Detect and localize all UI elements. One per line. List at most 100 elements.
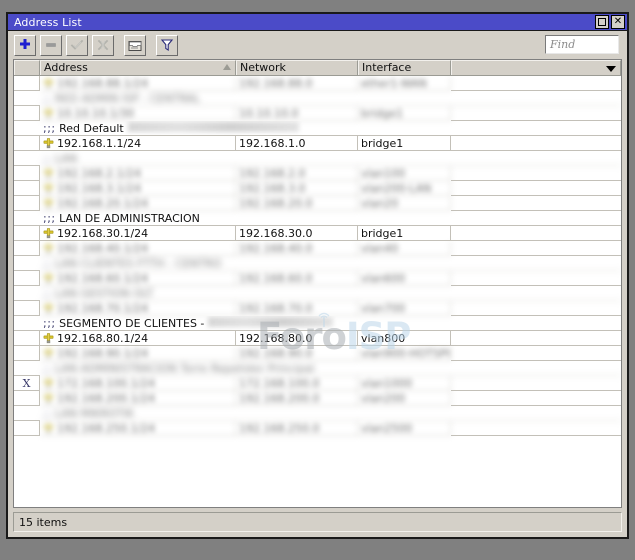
comment-row[interactable]: ;;; LAN DE ADMINISTRACION (14, 211, 621, 226)
cell-interface: vlan900-HOTSPOT (358, 346, 451, 361)
cell-extra (451, 346, 621, 361)
table-row[interactable]: X 172.168.100.1/24 172.168.100.0 vlan1000 (14, 376, 621, 391)
cell-extra (451, 301, 621, 316)
cell-network: 192.168.60.0 (236, 271, 358, 286)
table-row[interactable]: 192.168.2.1/24 192.168.2.0 vlan100 (14, 166, 621, 181)
comment-row[interactable]: ;; LAN GESTION OLT (14, 286, 621, 301)
status-bar: 15 items (13, 512, 622, 532)
row-flag-cell (14, 166, 40, 181)
cell-network: 172.168.100.0 (236, 376, 358, 391)
cell-extra (451, 76, 621, 91)
comment-row[interactable]: ;;; Red Default (14, 121, 621, 136)
address-list-window: Address List ✕ Find Address Network Inte… (6, 12, 629, 539)
table-row[interactable]: 192.168.200.1/24 192.168.200.0 vlan200 (14, 391, 621, 406)
row-flag-cell (14, 136, 40, 151)
cell-network: 192.168.40.0 (236, 241, 358, 256)
address-pin-icon (43, 78, 54, 89)
table-row[interactable]: 192.168.80.1/24 192.168.80.0 vlan800 (14, 331, 621, 346)
window-titlebar[interactable]: Address List ✕ (8, 14, 627, 31)
row-flag-cell (14, 391, 40, 406)
enable-button[interactable] (66, 34, 88, 56)
minus-icon (44, 38, 58, 52)
row-flag-cell (14, 151, 40, 166)
cell-network: 192.168.250.0 (236, 421, 358, 436)
comment-row[interactable]: ;; RED ADMIN ISP - CENTRAL (14, 91, 621, 106)
address-pin-icon (43, 183, 54, 194)
cell-interface: bridge1 (358, 136, 451, 151)
cell-network: 192.168.90.0 (236, 346, 358, 361)
table-row[interactable]: 192.168.70.1/24 192.168.70.0 vlan700 (14, 301, 621, 316)
row-flag-cell (14, 406, 40, 421)
row-flag-cell (14, 271, 40, 286)
comment-row[interactable]: ;; LAN ADMINISTRACION Torre Repetidor Pr… (14, 361, 621, 376)
cross-icon (96, 38, 110, 52)
cell-extra (451, 196, 621, 211)
address-pin-icon (43, 243, 54, 254)
remove-button[interactable] (40, 34, 62, 56)
column-header-address[interactable]: Address (40, 60, 236, 75)
comment-row[interactable]: ;;; SEGMENTO DE CLIENTES - (14, 316, 621, 331)
row-flag-cell (14, 211, 40, 226)
table-row[interactable]: 192.168.3.1/24 192.168.3.0 vlan200-LAN (14, 181, 621, 196)
table-row[interactable]: 192.168.250.1/24 192.168.250.0 vlan2500 (14, 421, 621, 436)
find-placeholder: Find (550, 38, 576, 51)
table-row[interactable]: 192.168.60.1/24 192.168.60.0 vlan600 (14, 271, 621, 286)
comment-row[interactable]: ;; LAN CLIENTES FTTH - CENTRO (14, 256, 621, 271)
table-row[interactable]: 192.168.88.1/24 192.168.88.0 ether1-WAN (14, 76, 621, 91)
cell-address: 192.168.80.1/24 (40, 331, 236, 346)
filter-button[interactable] (156, 34, 178, 56)
disable-button[interactable] (92, 34, 114, 56)
table-row[interactable]: 192.168.40.1/24 192.168.40.0 vlan40 (14, 241, 621, 256)
cell-interface: vlan600 (358, 271, 451, 286)
table-row[interactable]: 192.168.30.1/24 192.168.30.0 bridge1 (14, 226, 621, 241)
column-header-network[interactable]: Network (236, 60, 358, 75)
address-pin-icon (43, 273, 54, 284)
add-button[interactable] (14, 34, 36, 56)
cell-interface: ether1-WAN (358, 76, 451, 91)
row-flag-cell (14, 91, 40, 106)
cell-address: 192.168.88.1/24 (40, 76, 236, 91)
row-flag-cell (14, 256, 40, 271)
column-header-interface[interactable]: Interface (358, 60, 451, 75)
comment-button[interactable] (124, 34, 146, 56)
table-row[interactable]: 192.168.20.1/24 192.168.20.0 vlan20 (14, 196, 621, 211)
address-pin-icon (43, 423, 54, 434)
cell-network: 192.168.70.0 (236, 301, 358, 316)
cell-address: 192.168.90.1/24 (40, 346, 236, 361)
cell-network: 192.168.30.0 (236, 226, 358, 241)
disabled-x-icon: X (22, 377, 31, 390)
cell-network: 192.168.1.0 (236, 136, 358, 151)
column-header-menu[interactable] (451, 60, 621, 75)
table-row[interactable]: 192.168.90.1/24 192.168.90.0 vlan900-HOTSP… (14, 346, 621, 361)
row-flag-cell (14, 361, 40, 376)
check-icon (70, 38, 84, 52)
comment-text: ;; LAN (40, 151, 621, 166)
address-pin-icon (43, 393, 54, 404)
cell-extra (451, 331, 621, 346)
find-input[interactable]: Find (545, 35, 619, 54)
cell-network: 192.168.2.0 (236, 166, 358, 181)
close-button[interactable]: ✕ (611, 15, 625, 29)
address-pin-icon (43, 333, 54, 344)
cell-extra (451, 136, 621, 151)
cell-address: 192.168.70.1/24 (40, 301, 236, 316)
row-flag-cell (14, 121, 40, 136)
item-count-label: 15 items (19, 515, 68, 529)
cell-address: 192.168.40.1/24 (40, 241, 236, 256)
column-header-flag[interactable] (14, 60, 40, 75)
column-header-address-label: Address (44, 61, 88, 74)
funnel-icon (160, 38, 174, 52)
cell-extra (451, 166, 621, 181)
sort-ascending-icon (223, 64, 231, 70)
cell-extra (451, 391, 621, 406)
maximize-button[interactable] (595, 15, 609, 29)
comment-row[interactable]: ;; LAN (14, 151, 621, 166)
address-pin-icon (43, 138, 54, 149)
cell-interface: vlan800 (358, 331, 451, 346)
cell-address: 10.10.10.1/30 (40, 106, 236, 121)
comment-row[interactable]: ;; LAN MIKROTIK (14, 406, 621, 421)
cell-address: 192.168.250.1/24 (40, 421, 236, 436)
row-flag-cell (14, 421, 40, 436)
table-row[interactable]: 192.168.1.1/24 192.168.1.0 bridge1 (14, 136, 621, 151)
table-row[interactable]: 10.10.10.1/30 10.10.10.0 bridge1 (14, 106, 621, 121)
